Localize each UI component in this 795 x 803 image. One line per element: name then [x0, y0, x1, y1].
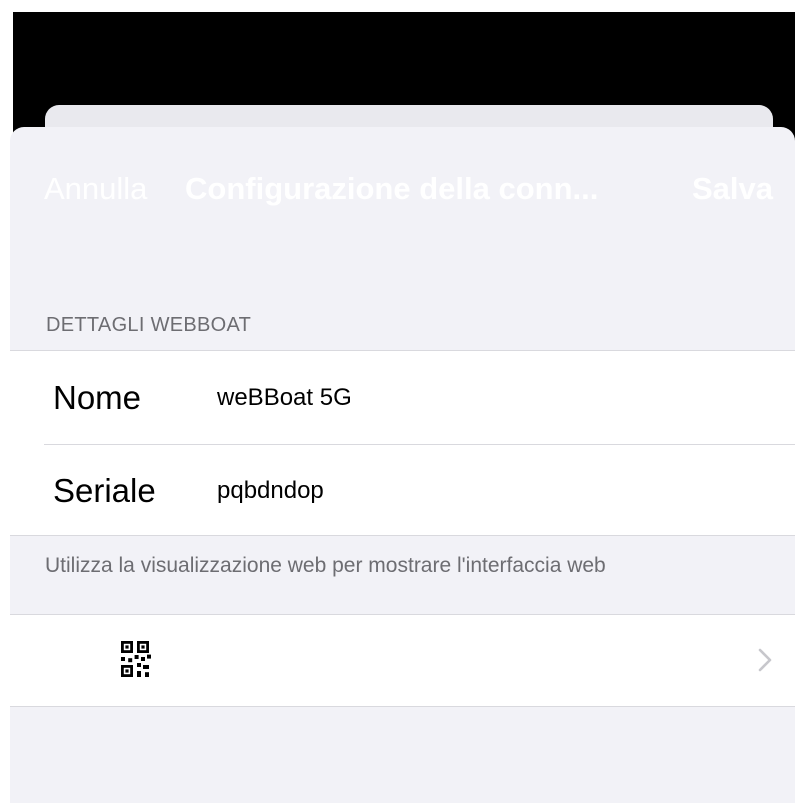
- qr-scan-row[interactable]: [10, 615, 795, 706]
- screen: Annulla Configurazione della conn... Sal…: [0, 0, 795, 803]
- name-value[interactable]: weBBoat 5G: [217, 384, 352, 412]
- details-group: Nome weBBoat 5G Seriale pqbdndop: [10, 350, 795, 536]
- chevron-right-icon: [758, 648, 772, 672]
- name-label: Nome: [53, 378, 142, 416]
- serial-row[interactable]: Seriale pqbdndop: [10, 444, 795, 537]
- name-row[interactable]: Nome weBBoat 5G: [10, 351, 795, 444]
- page-title: Configurazione della conn...: [185, 171, 599, 206]
- cancel-button[interactable]: Annulla: [44, 171, 147, 207]
- section-footer-web: Utilizza la visualizzazione web per most…: [45, 554, 606, 577]
- section-header-details: DETTAGLI WEBBOAT: [46, 314, 252, 336]
- save-button[interactable]: Salva: [692, 171, 773, 207]
- serial-label: Seriale: [53, 471, 156, 509]
- serial-value[interactable]: pqbdndop: [217, 477, 324, 505]
- qr-code-icon: [121, 641, 151, 677]
- modal-sheet: Annulla Configurazione della conn... Sal…: [10, 127, 795, 803]
- web-group: [10, 614, 795, 707]
- navigation-bar: Annulla Configurazione della conn... Sal…: [10, 127, 795, 247]
